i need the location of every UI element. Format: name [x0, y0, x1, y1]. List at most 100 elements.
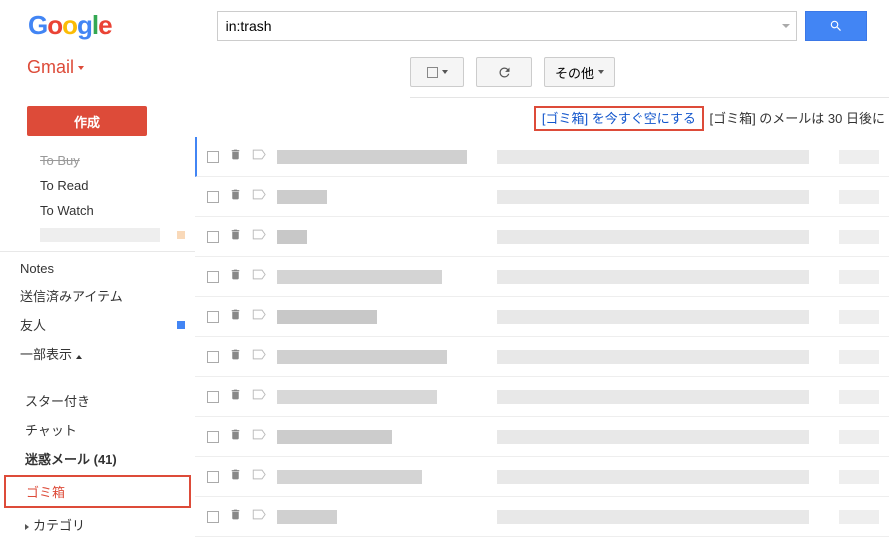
mail-row[interactable] [195, 217, 889, 257]
subject-redacted [497, 350, 809, 364]
sender-redacted [277, 430, 392, 444]
caret-down-icon [442, 70, 448, 74]
select-all-button[interactable] [410, 57, 464, 87]
sidebar-item-redacted[interactable] [0, 223, 195, 247]
label-icon [252, 188, 267, 206]
label-icon [252, 348, 267, 366]
search-input-wrapper [217, 11, 797, 41]
mail-row[interactable] [195, 297, 889, 337]
trash-icon [229, 428, 242, 446]
subject-redacted [497, 310, 809, 324]
subject-redacted [497, 150, 809, 164]
search-options-dropdown-icon[interactable] [782, 24, 790, 28]
refresh-button[interactable] [476, 57, 532, 87]
date-redacted [839, 510, 879, 524]
row-checkbox[interactable] [207, 351, 219, 363]
sender-redacted [277, 510, 337, 524]
sender-redacted [277, 470, 422, 484]
date-redacted [839, 230, 879, 244]
label-icon [252, 428, 267, 446]
trash-icon [229, 308, 242, 326]
google-logo: Google [28, 10, 112, 41]
label-icon [252, 468, 267, 486]
search-input[interactable] [226, 12, 788, 40]
sidebar-item-notes[interactable]: Notes [0, 256, 195, 281]
search-bar [217, 11, 867, 41]
sender-redacted [277, 270, 442, 284]
gmail-menu[interactable]: Gmail [0, 57, 205, 78]
checkbox-icon [427, 67, 438, 78]
mail-row[interactable] [195, 417, 889, 457]
sidebar-item-to-buy[interactable]: To Buy [0, 148, 195, 173]
sidebar-item-to-watch[interactable]: To Watch [0, 198, 195, 223]
subject-redacted [497, 470, 809, 484]
mail-row[interactable] [195, 377, 889, 417]
label-icon [252, 268, 267, 286]
redacted-label [40, 228, 160, 242]
sidebar-item-sent[interactable]: 送信済みアイテム [0, 281, 195, 310]
row-checkbox[interactable] [207, 311, 219, 323]
date-redacted [839, 350, 879, 364]
trash-info-text: [ゴミ箱] のメールは 30 日後に [709, 111, 885, 126]
row-checkbox[interactable] [207, 431, 219, 443]
compose-button[interactable]: 作成 [27, 106, 147, 136]
search-icon [829, 19, 843, 33]
content: [ゴミ箱] を今すぐ空にする [ゴミ箱] のメールは 30 日後に [195, 98, 889, 539]
mail-list [195, 137, 889, 537]
more-button[interactable]: その他 [544, 57, 615, 87]
sidebar-item-to-read[interactable]: To Read [0, 173, 195, 198]
date-redacted [839, 310, 879, 324]
toolbar: その他 [410, 51, 889, 98]
caret-up-icon [76, 355, 82, 359]
trash-icon [229, 388, 242, 406]
mail-row[interactable] [195, 497, 889, 537]
sidebar-show-partial[interactable]: 一部表示 [0, 339, 195, 368]
sidebar-item-category[interactable]: カテゴリ [0, 510, 195, 539]
sidebar: 作成 To Buy To Read To Watch Notes 送信済みアイテ… [0, 98, 195, 539]
trash-banner: [ゴミ箱] を今すぐ空にする [ゴミ箱] のメールは 30 日後に [195, 98, 889, 137]
trash-icon [229, 188, 242, 206]
row-checkbox[interactable] [207, 231, 219, 243]
sidebar-item-label: 一部表示 [20, 347, 72, 362]
sidebar-item-label: カテゴリ [33, 518, 85, 533]
trash-icon [229, 228, 242, 246]
trash-icon [229, 508, 242, 526]
caret-down-icon [598, 70, 604, 74]
row-checkbox[interactable] [207, 471, 219, 483]
sender-redacted [277, 190, 327, 204]
subject-redacted [497, 230, 809, 244]
date-redacted [839, 390, 879, 404]
header: Google [0, 0, 889, 51]
date-redacted [839, 270, 879, 284]
mail-row[interactable] [195, 177, 889, 217]
row-checkbox[interactable] [207, 391, 219, 403]
sidebar-item-chat[interactable]: チャット [0, 415, 195, 444]
mail-row[interactable] [195, 457, 889, 497]
label-icon [252, 148, 267, 166]
label-icon [252, 388, 267, 406]
mail-row[interactable] [195, 257, 889, 297]
label-icon [252, 508, 267, 526]
row-checkbox[interactable] [207, 191, 219, 203]
subject-redacted [497, 510, 809, 524]
trash-icon [229, 268, 242, 286]
date-redacted [839, 150, 879, 164]
subject-redacted [497, 430, 809, 444]
sidebar-item-friends[interactable]: 友人 [0, 310, 195, 339]
mail-row[interactable] [195, 337, 889, 377]
sidebar-item-trash[interactable]: ゴミ箱 [4, 475, 191, 508]
gmail-label-text: Gmail [27, 57, 74, 78]
label-icon [252, 308, 267, 326]
row-checkbox[interactable] [207, 271, 219, 283]
mail-row[interactable] [195, 137, 889, 177]
empty-trash-link[interactable]: [ゴミ箱] を今すぐ空にする [534, 106, 704, 131]
sidebar-item-label: 友人 [20, 315, 46, 334]
sidebar-item-starred[interactable]: スター付き [0, 386, 195, 415]
subject-redacted [497, 270, 809, 284]
row-checkbox[interactable] [207, 151, 219, 163]
subject-redacted [497, 190, 809, 204]
row-checkbox[interactable] [207, 511, 219, 523]
search-button[interactable] [805, 11, 867, 41]
trash-icon [229, 348, 242, 366]
sidebar-item-spam[interactable]: 迷惑メール (41) [0, 444, 195, 473]
